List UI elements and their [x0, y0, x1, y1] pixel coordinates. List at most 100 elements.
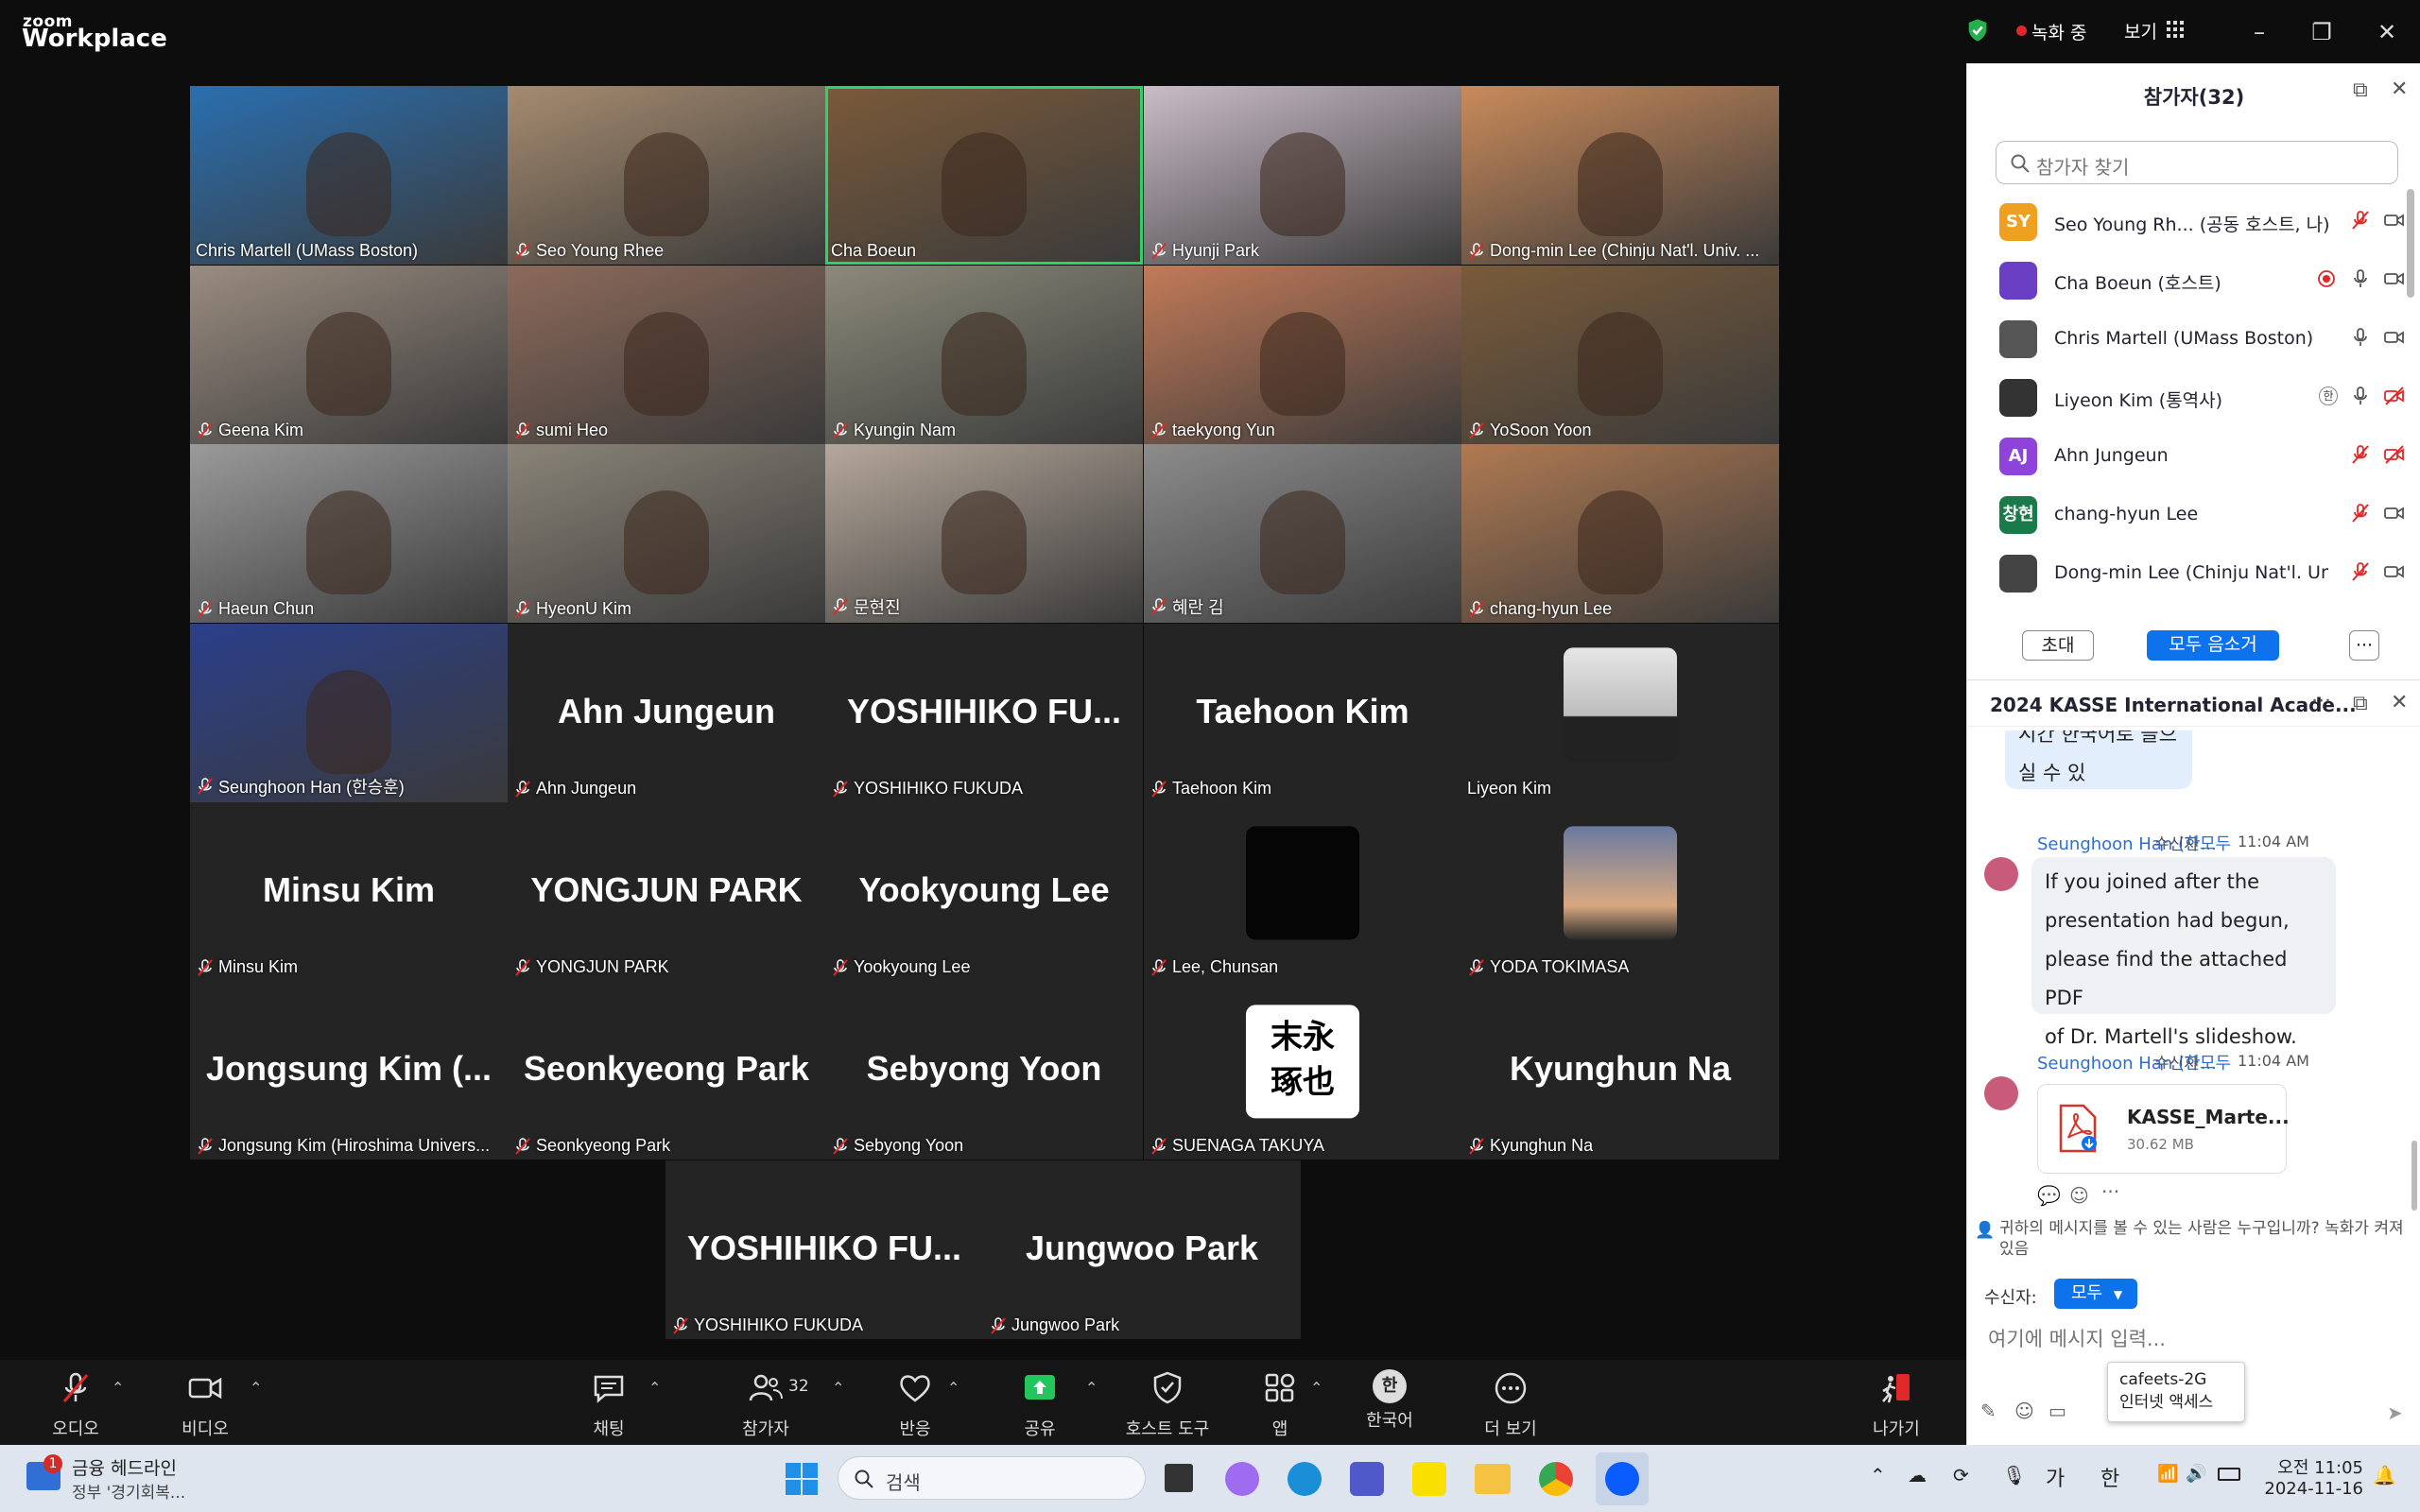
mic-muted-icon[interactable] [2349, 560, 2372, 583]
participant-tile[interactable]: Hyunji Park [1144, 86, 1461, 265]
language-button[interactable]: 한 한국어 [1352, 1369, 1427, 1432]
news-title[interactable]: 금융 헤드라인 [72, 1454, 177, 1480]
participant-tile[interactable]: 문현진 [825, 444, 1143, 623]
participant-tile[interactable]: 末永 琢也 SUENAGA TAKUYA [1144, 981, 1461, 1160]
file-attachment[interactable]: KASSE_Marte... 30.62 MB [2037, 1084, 2290, 1174]
participant-search-input[interactable]: 참가자 찾기 [1996, 141, 2398, 184]
host-tools-button[interactable]: 호스트 도구 [1115, 1369, 1219, 1440]
participant-tile[interactable]: YOSHIHIKO FU... YOSHIHIKO FUKUDA [666, 1160, 983, 1339]
more-button[interactable]: 더 보기 [1473, 1369, 1548, 1440]
microphone-tray-icon[interactable]: 🎙 [2002, 1464, 2026, 1486]
mute-all-button[interactable]: 모두 음소거 [2147, 630, 2279, 661]
news-subtitle[interactable]: 정부 '경기회복... [72, 1479, 185, 1503]
popout-icon[interactable]: ⧉ [2353, 78, 2368, 102]
chat-scrollbar[interactable] [2411, 1141, 2417, 1211]
sync-icon[interactable]: ⟳ [1953, 1464, 1969, 1486]
clock-date[interactable]: 2024-11-16 [2259, 1479, 2363, 1499]
battery-icon[interactable] [2218, 1468, 2240, 1481]
participant-tile[interactable]: Seo Young Rhee [508, 86, 825, 265]
participant-tile[interactable]: HyeonU Kim [508, 444, 825, 623]
participant-tile[interactable]: chang-hyun Lee [1461, 444, 1779, 623]
zoom-taskbar-active[interactable] [1596, 1452, 1649, 1505]
participant-tile[interactable]: YOSHIHIKO FU... YOSHIHIKO FUKUDA [825, 624, 1143, 802]
chat-more-icon[interactable]: ··· [2311, 690, 2331, 713]
camera-icon[interactable] [2383, 209, 2406, 232]
restore-icon[interactable]: ❐ [2303, 13, 2341, 51]
recipient-dropdown[interactable]: 모두 ▼ [2054, 1279, 2137, 1309]
copilot-icon[interactable] [1225, 1462, 1259, 1496]
share-button[interactable]: 공유 [1002, 1369, 1078, 1440]
send-icon[interactable]: ➤ [2387, 1401, 2403, 1424]
mic-muted-icon[interactable] [2349, 502, 2372, 524]
camera-off-icon[interactable] [2383, 443, 2406, 466]
camera-icon[interactable] [2383, 502, 2406, 524]
file-explorer-icon[interactable] [1475, 1464, 1511, 1494]
edge-icon[interactable] [1288, 1462, 1322, 1496]
camera-icon[interactable] [2383, 560, 2406, 583]
close-panel-icon[interactable]: ✕ [2391, 77, 2408, 101]
participant-tile[interactable]: YONGJUN PARK YONGJUN PARK [508, 802, 825, 981]
share-options-chevron-icon[interactable]: ⌃ [1085, 1379, 1098, 1397]
minimize-icon[interactable]: – [2240, 13, 2278, 51]
chat-input[interactable]: 여기에 메시지 입력... [1988, 1324, 2166, 1352]
ime-language[interactable]: 한 [2100, 1462, 2119, 1492]
participant-tile[interactable]: Kyungin Nam [825, 266, 1143, 444]
chat-options-chevron-icon[interactable]: ⌃ [648, 1379, 661, 1397]
participant-row[interactable]: Cha Boeun (호스트) [1967, 250, 2420, 309]
chat-close-icon[interactable]: ✕ [2391, 691, 2408, 714]
leave-button[interactable]: 나가기 [1858, 1369, 1934, 1440]
apps-options-chevron-icon[interactable]: ⌃ [1310, 1379, 1322, 1397]
participant-tile[interactable]: Seunghoon Han (한승훈) [190, 624, 508, 802]
participant-row[interactable]: SY Seo Young Rh... (공동 호스트, 나) [1967, 192, 2420, 250]
participant-tile[interactable]: Taehoon Kim Taehoon Kim [1144, 624, 1461, 802]
participant-tile[interactable]: taekyong Yun [1144, 266, 1461, 444]
view-button[interactable]: 보기 [2124, 18, 2157, 43]
participant-row[interactable]: Chris Martell (UMass Boston) [1967, 309, 2420, 368]
chat-button[interactable]: 채팅 [571, 1369, 647, 1440]
mic-muted-icon[interactable] [2349, 443, 2372, 466]
participant-row[interactable]: AJ Ahn Jungeun [1967, 426, 2420, 485]
teams-icon[interactable] [1350, 1462, 1384, 1496]
emoji-icon[interactable]: ☺ [2014, 1400, 2034, 1422]
volume-icon[interactable]: 🔊 [2186, 1464, 2206, 1484]
participants-options-chevron-icon[interactable]: ⌃ [832, 1379, 844, 1397]
mic-icon[interactable] [2349, 267, 2372, 290]
participant-tile[interactable]: Geena Kim [190, 266, 508, 444]
participant-tile[interactable]: YoSoon Yoon [1461, 266, 1779, 444]
participant-row[interactable]: Liyeon Kim (통역사) 한 [1967, 368, 2420, 426]
audio-options-chevron-icon[interactable]: ⌃ [112, 1379, 124, 1397]
kakaotalk-icon[interactable] [1412, 1462, 1446, 1496]
participant-tile[interactable]: Yookyoung Lee Yookyoung Lee [825, 802, 1143, 981]
chat-popout-icon[interactable]: ⧉ [2353, 692, 2368, 715]
reactions-button[interactable]: 반응 [877, 1369, 953, 1440]
ime-mode[interactable]: 가 [2046, 1462, 2065, 1492]
recording-status[interactable]: 녹화 중 [2031, 19, 2086, 44]
task-view-icon[interactable] [1165, 1464, 1193, 1492]
add-reaction-icon[interactable]: ☺ [2069, 1184, 2089, 1207]
participant-tile[interactable]: Seonkyeong Park Seonkyeong Park [508, 981, 825, 1160]
participant-tile[interactable]: Ahn Jungeun Ahn Jungeun [508, 624, 825, 802]
audio-button[interactable]: 오디오 [38, 1369, 113, 1440]
participant-tile[interactable]: Haeun Chun [190, 444, 508, 623]
reply-icon[interactable]: 💬 [2037, 1184, 2061, 1207]
encryption-shield-icon[interactable] [1964, 17, 1991, 43]
participant-tile[interactable]: sumi Heo [508, 266, 825, 444]
video-button[interactable]: 비디오 [167, 1369, 243, 1440]
participant-tile[interactable]: 혜란 김 [1144, 444, 1461, 623]
notification-bell-icon[interactable]: 🔔 [2373, 1464, 2396, 1486]
participant-tile[interactable]: Kyunghun Na Kyunghun Na [1461, 981, 1779, 1160]
participant-tile[interactable]: Chris Martell (UMass Boston) [190, 86, 508, 265]
invite-button[interactable]: 초대 [2022, 630, 2094, 661]
participant-tile[interactable]: Cha Boeun [825, 86, 1143, 265]
participant-tile[interactable]: Liyeon Kim [1461, 624, 1779, 802]
mic-muted-icon[interactable] [2349, 209, 2372, 232]
participant-tile[interactable]: Jungwoo Park Jungwoo Park [983, 1160, 1301, 1339]
participant-tile[interactable]: Minsu Kim Minsu Kim [190, 802, 508, 981]
more-options-icon[interactable]: ··· [2349, 630, 2379, 661]
video-options-chevron-icon[interactable]: ⌃ [250, 1379, 262, 1397]
apps-button[interactable]: 앱 [1242, 1369, 1318, 1440]
participant-tile[interactable]: Sebyong Yoon Sebyong Yoon [825, 981, 1143, 1160]
grid-view-icon[interactable] [2167, 21, 2184, 38]
participant-tile[interactable]: Dong-min Lee (Chinju Nat'l. Univ. ... [1461, 86, 1779, 265]
close-window-icon[interactable]: ✕ [2368, 13, 2406, 51]
